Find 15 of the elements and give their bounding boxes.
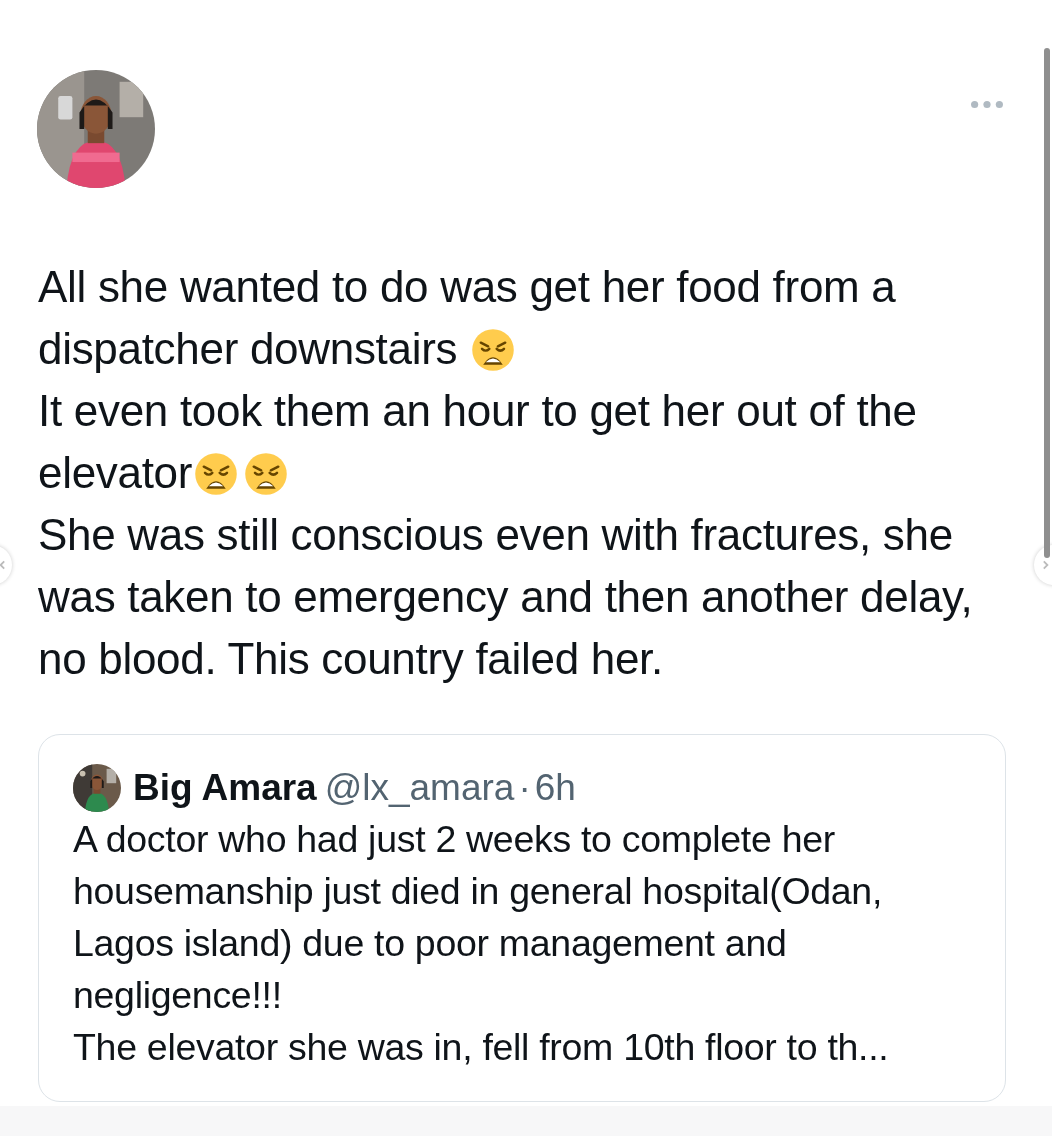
author-handle: @lx_amara xyxy=(324,767,515,809)
scrollbar[interactable] xyxy=(1044,48,1050,558)
weary-face-icon xyxy=(471,328,516,372)
weary-face-icon xyxy=(194,452,239,496)
more-icon[interactable] xyxy=(970,100,1004,109)
post-text: All she wanted to do was get her food from a dispatcher downstairs xyxy=(38,261,897,375)
post-time: 6h xyxy=(534,767,576,809)
quoted-post-text: A doctor who had just 2 weeks to complete her housemanship just died in general hospital(Odan, Lagos island) due to poor management and negligence!!! xyxy=(73,817,884,1018)
separator-dot: · xyxy=(518,767,531,809)
author-name: Big Amara xyxy=(133,767,317,809)
post-text: She was still conscious even with fractures, she was taken to emergency and then another delay, no blood. This country failed her. xyxy=(38,509,974,685)
quoted-post-card[interactable] xyxy=(38,734,1006,1102)
weary-face-icon xyxy=(244,452,289,496)
post-text: It even took them an hour to get her out of the elevator xyxy=(38,385,918,499)
quoted-post-text: The elevator she was in, fell from 10th floor to th... xyxy=(73,1025,890,1070)
